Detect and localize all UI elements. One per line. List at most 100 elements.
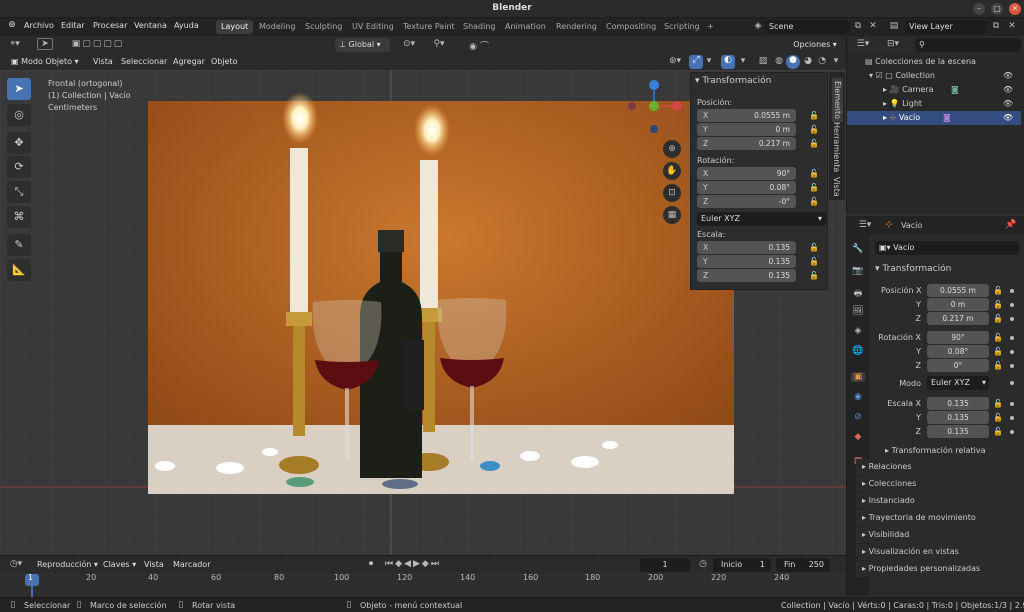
view-layer-tab-icon[interactable]: 🖼 [851, 306, 865, 316]
snap-icon[interactable]: ⚲▾ [422, 39, 456, 49]
menu-procesar[interactable]: Procesar [93, 21, 127, 30]
proportional-edit-icon[interactable]: ◉ ⌒ [462, 39, 496, 52]
section-visibilidad[interactable]: ▸ Visibilidad [856, 527, 1022, 543]
tab-compositing[interactable]: Compositing [601, 20, 661, 34]
visibility-icon[interactable]: ⊛▾ [664, 56, 686, 66]
current-frame-field[interactable]: 1 [640, 558, 690, 572]
scale-tool-icon[interactable]: ⤡ [7, 181, 31, 203]
pin-icon[interactable]: 📌 [1005, 220, 1017, 230]
maximize-icon[interactable]: ▢ [991, 3, 1003, 15]
lock-icon[interactable]: 🔓 [809, 169, 819, 178]
close-icon[interactable]: ✕ [1009, 3, 1021, 15]
camera-view-icon[interactable]: ⊡ [663, 184, 681, 202]
scene-tab-icon[interactable]: ◈ [851, 326, 865, 336]
section-visualizacion[interactable]: ▸ Visualización en vistas [856, 544, 1022, 560]
prop-rotation-x[interactable]: 90° [927, 331, 989, 344]
keyframe-dot-icon[interactable] [1010, 402, 1014, 406]
tab-rendering[interactable]: Rendering [551, 20, 602, 34]
end-frame-field[interactable]: Fin 250 [776, 558, 830, 572]
viewport-menu-agregar[interactable]: Agregar [173, 57, 205, 66]
lock-icon[interactable]: 🔓 [809, 139, 819, 148]
outliner-item-vacio[interactable]: ▸ ⊹ Vacío ◙ 👁 [847, 111, 1021, 125]
npanel-rotation-x[interactable]: X 90° [697, 167, 796, 180]
lock-icon[interactable]: 🔓 [993, 333, 1003, 342]
output-tab-icon[interactable]: 🖶 [851, 286, 865, 302]
viewport-menu-objeto[interactable]: Objeto [211, 57, 238, 66]
menu-archivo[interactable]: Archivo [24, 21, 54, 30]
lock-icon[interactable]: 🔓 [993, 347, 1003, 356]
start-frame-field[interactable]: Inicio 1 [713, 558, 771, 572]
tab-herramienta[interactable]: Herramienta [832, 122, 841, 172]
npanel-location-x[interactable]: X 0.0555 m [697, 109, 796, 122]
keyframe-dot-icon[interactable] [1010, 381, 1014, 385]
tab-scripting[interactable]: Scripting [659, 20, 705, 34]
annotate-tool-icon[interactable]: ✎ [7, 234, 31, 256]
filter-display-icon[interactable]: ⊟▾ [883, 39, 903, 49]
menu-editar[interactable]: Editar [61, 21, 85, 30]
shading-dropdown-icon[interactable]: ▾ [830, 56, 842, 66]
tab-sculpting[interactable]: Sculpting [300, 20, 347, 34]
timeline-menu-reproduccion[interactable]: Reproducción ▾ [37, 560, 98, 569]
zoom-icon[interactable]: ⊕ [663, 140, 681, 158]
lock-icon[interactable]: 🔓 [809, 271, 819, 280]
outliner-item-camera[interactable]: ▸ 🎥 Camera ◙ 👁 [847, 83, 1021, 97]
xray-icon[interactable]: ▨ [756, 56, 770, 66]
object-name-field[interactable]: ▣▾ Vacío [875, 241, 1019, 255]
section-trayectoria[interactable]: ▸ Trayectoria de movimiento [856, 510, 1022, 526]
npanel-scale-x[interactable]: X 0.135 [697, 241, 796, 254]
lock-icon[interactable]: 🔓 [809, 257, 819, 266]
tab-shading[interactable]: Shading [458, 20, 501, 34]
overlay-dropdown-icon[interactable]: ▾ [738, 56, 748, 66]
prop-location-x[interactable]: 0.0555 m [927, 284, 989, 297]
keyframe-dot-icon[interactable] [1010, 364, 1014, 368]
remove-view-layer-icon[interactable]: ✕ [1006, 21, 1018, 31]
keyframe-dot-icon[interactable] [1010, 289, 1014, 293]
npanel-rotation-mode-dropdown[interactable]: Euler XYZ ▾ [697, 212, 826, 226]
outliner-item-collection[interactable]: ▾ ☑ ▢ Collection 👁 [847, 69, 1021, 83]
data-tab-icon[interactable]: ◆ [851, 432, 865, 442]
measure-tool-icon[interactable]: 📐 [7, 259, 31, 281]
prop-location-y[interactable]: 0 m [927, 298, 989, 311]
prop-rotation-y[interactable]: 0.08° [927, 345, 989, 358]
prop-scale-z[interactable]: 0.135 [927, 425, 989, 438]
timeline-menu-vista[interactable]: Vista [144, 560, 164, 569]
select-mode-icon[interactable]: ➤ [37, 38, 53, 50]
npanel-location-z[interactable]: Z 0.217 m [697, 137, 796, 150]
transform-orientation-dropdown[interactable]: ⊥ Global ▾ [335, 38, 390, 52]
lock-icon[interactable]: 🔓 [809, 183, 819, 192]
cursor-tool-icon[interactable]: ◎ [7, 104, 31, 126]
tool-tab-icon[interactable]: 🔧 [851, 244, 865, 254]
transform-tool-icon[interactable]: ⌘ [7, 206, 31, 228]
blender-logo-icon[interactable]: ⊛ [6, 20, 18, 30]
outliner-scene-collection[interactable]: ▤ Colecciones de la escena [847, 55, 1021, 69]
lock-icon[interactable]: 🔓 [993, 314, 1003, 323]
options-dropdown[interactable]: Opciones ▾ [789, 38, 841, 52]
copy-scene-icon[interactable]: ⧉ [852, 21, 864, 31]
lock-icon[interactable]: 🔓 [993, 413, 1003, 422]
tab-uv-editing[interactable]: UV Editing [347, 20, 399, 34]
viewport-menu-seleccionar[interactable]: Seleccionar [121, 57, 167, 66]
keyframe-dot-icon[interactable] [1010, 303, 1014, 307]
relative-transform-subpanel[interactable]: ▸ Transformación relativa [885, 446, 986, 455]
preview-range-icon[interactable]: ◷ [697, 559, 709, 569]
select-tool-icon[interactable]: ➤ [7, 78, 31, 100]
lock-icon[interactable]: 🔓 [993, 361, 1003, 370]
keyframe-dot-icon[interactable] [1010, 317, 1014, 321]
playback-controls-icon[interactable]: ⏮◆◀▶◆⏭ [383, 559, 443, 569]
tab-texture-paint[interactable]: Texture Paint [398, 20, 460, 34]
viewport-menu-vista[interactable]: Vista [93, 57, 113, 66]
scene-field[interactable]: Scene [765, 20, 850, 34]
keyframe-dot-icon[interactable] [1010, 416, 1014, 420]
npanel-title[interactable]: ▾ Transformación [695, 76, 771, 86]
lock-icon[interactable]: 🔓 [809, 125, 819, 134]
keyframe-dot-icon[interactable] [1010, 430, 1014, 434]
npanel-scale-z[interactable]: Z 0.135 [697, 269, 796, 282]
section-instanciado[interactable]: ▸ Instanciado [856, 493, 1022, 509]
gizmo-dropdown-icon[interactable]: ▾ [704, 56, 714, 66]
pan-hand-icon[interactable]: ✋ [663, 162, 681, 180]
tab-elemento[interactable]: Elemento [832, 78, 843, 123]
lock-icon[interactable]: 🔓 [993, 427, 1003, 436]
outliner-item-light[interactable]: ▸ 💡 Light 👁 [847, 97, 1021, 111]
shading-solid-icon[interactable]: ● [786, 55, 800, 69]
keyframe-dot-icon[interactable] [1010, 350, 1014, 354]
